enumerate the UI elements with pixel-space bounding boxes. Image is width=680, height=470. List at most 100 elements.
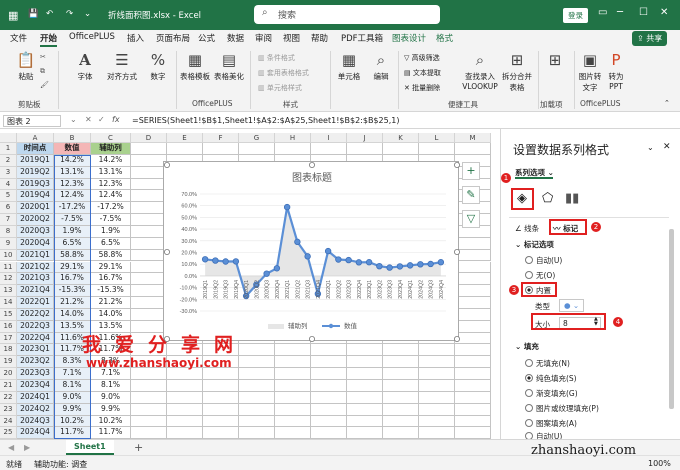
cell[interactable] xyxy=(383,427,419,439)
cell[interactable] xyxy=(347,427,383,439)
cells-button[interactable]: ▦ 单元格 xyxy=(334,51,364,82)
cell[interactable] xyxy=(275,356,311,369)
cell[interactable]: 2019Q2 xyxy=(17,166,54,179)
cell[interactable]: 2021Q4 xyxy=(17,285,54,298)
tab-insert[interactable]: 插入 xyxy=(127,32,144,44)
cell[interactable] xyxy=(275,143,311,155)
row-header[interactable]: 12 xyxy=(0,273,17,286)
name-box-dropdown-icon[interactable]: ⌄ xyxy=(70,115,77,124)
cell[interactable] xyxy=(311,356,347,369)
cell[interactable]: 6.5% xyxy=(91,237,131,250)
next-sheet-icon[interactable]: ▶ xyxy=(24,443,30,452)
text-extract-button[interactable]: ▤ 文本提取 xyxy=(404,68,441,78)
addins-button[interactable]: ⊞ xyxy=(540,51,570,71)
cell[interactable]: 2023Q2 xyxy=(17,356,54,369)
cell[interactable]: 2023Q4 xyxy=(17,380,54,392)
cell[interactable] xyxy=(455,427,491,439)
fx-icon[interactable]: fx xyxy=(112,115,120,124)
radio-auto[interactable]: 自动(U) xyxy=(525,255,562,266)
column-header[interactable]: A xyxy=(17,133,54,143)
marker-options-section[interactable]: ⌄ 标记选项 xyxy=(515,239,554,250)
split-merge-button[interactable]: ⊞ 拆分合并 表格 xyxy=(498,51,536,93)
image-to-text-button[interactable]: ▣ 图片转 文字 xyxy=(576,51,604,93)
tab-format[interactable]: 格式 xyxy=(436,32,453,44)
number-button[interactable]: % 数字 xyxy=(144,51,172,82)
cell[interactable] xyxy=(419,391,455,404)
cell[interactable] xyxy=(311,143,347,155)
edit-button[interactable]: ⌕ 编辑 xyxy=(368,51,394,82)
cell[interactable]: 2022Q3 xyxy=(17,320,54,333)
cell[interactable] xyxy=(419,344,455,357)
fill-gradient[interactable]: 渐变填充(G) xyxy=(525,388,578,399)
chart-object[interactable]: 图表标题 70.0% 60.0% 50.0% 40.0% 30.0% 20.0% 10.0% 0… xyxy=(163,161,460,342)
row-header[interactable]: 14 xyxy=(0,297,17,309)
cell[interactable] xyxy=(131,249,167,262)
cell[interactable]: 58.8% xyxy=(91,249,131,262)
cell[interactable] xyxy=(455,332,491,345)
cell[interactable]: 2022Q4 xyxy=(17,332,54,345)
cell[interactable] xyxy=(239,380,275,392)
format-painter-icon[interactable]: 🖌 xyxy=(40,81,49,89)
cell[interactable] xyxy=(239,415,275,428)
cell[interactable] xyxy=(239,356,275,369)
cell[interactable] xyxy=(455,308,491,321)
column-header[interactable]: G xyxy=(239,133,275,143)
tab-data[interactable]: 数据 xyxy=(227,32,244,44)
cell[interactable]: 2020Q1 xyxy=(17,202,54,215)
cell[interactable] xyxy=(275,403,311,416)
cell[interactable] xyxy=(131,154,167,167)
cell[interactable] xyxy=(419,415,455,428)
font-button[interactable]: A 字体 xyxy=(70,51,100,82)
row-header[interactable]: 23 xyxy=(0,403,17,416)
row-header[interactable]: 15 xyxy=(0,308,17,321)
undo-icon[interactable]: ↶ xyxy=(46,9,53,19)
fill-picture[interactable]: 图片或纹理填充(P) xyxy=(525,403,599,414)
cell[interactable] xyxy=(311,415,347,428)
cell[interactable]: 2024Q2 xyxy=(17,403,54,416)
cell[interactable] xyxy=(275,427,311,439)
cell[interactable] xyxy=(167,427,203,439)
column-header[interactable]: M xyxy=(455,133,491,143)
formula-text[interactable]: =SERIES(Sheet1!$B$1,Sheet1!$A$2:$A$25,Sh… xyxy=(132,116,399,125)
cell[interactable]: 14.0% xyxy=(91,308,131,321)
customize-qat-icon[interactable]: ⌄ xyxy=(84,9,91,19)
cell[interactable] xyxy=(131,297,167,309)
pane-scrollbar[interactable] xyxy=(669,229,674,409)
cell[interactable] xyxy=(275,380,311,392)
cell[interactable] xyxy=(167,391,203,404)
minimize-icon[interactable]: ─ xyxy=(617,7,623,18)
column-header[interactable]: L xyxy=(419,133,455,143)
redo-icon[interactable]: ↷ xyxy=(66,9,73,19)
cell[interactable] xyxy=(419,403,455,416)
fill-pattern[interactable]: 图案填充(A) xyxy=(525,418,577,429)
fill-section[interactable]: ⌄ 填充 xyxy=(515,341,539,352)
accessibility-status[interactable]: 辅助功能: 调查 xyxy=(34,459,87,470)
cell[interactable]: 2021Q3 xyxy=(17,273,54,286)
zoom-level[interactable]: 100% xyxy=(648,459,671,468)
cell[interactable] xyxy=(347,380,383,392)
ribbon-display-icon[interactable]: ▭ xyxy=(598,7,607,18)
cell[interactable]: 14.2% xyxy=(91,154,131,167)
row-header[interactable]: 21 xyxy=(0,380,17,392)
cell[interactable] xyxy=(383,368,419,380)
row-header[interactable]: 25 xyxy=(0,427,17,439)
tab-review[interactable]: 审阅 xyxy=(255,32,272,44)
batch-delete-button[interactable]: ✕ 批量删除 xyxy=(404,83,440,93)
table-template-button[interactable]: ▦ 表格模板 xyxy=(178,51,212,82)
cell[interactable] xyxy=(347,368,383,380)
chart-filters-button[interactable]: ▽ xyxy=(462,210,480,228)
row-header[interactable]: 2 xyxy=(0,154,17,167)
cell[interactable] xyxy=(131,308,167,321)
column-header[interactable]: I xyxy=(311,133,347,143)
cell[interactable] xyxy=(167,415,203,428)
cell[interactable]: 12.3% xyxy=(91,178,131,191)
cell[interactable]: 时间点 xyxy=(17,143,54,155)
tab-page-layout[interactable]: 页面布局 xyxy=(156,32,190,44)
cell[interactable]: 2024Q3 xyxy=(17,415,54,428)
cell[interactable] xyxy=(167,403,203,416)
cell[interactable] xyxy=(131,427,167,439)
row-header[interactable]: 1 xyxy=(0,143,17,155)
row-header[interactable]: 24 xyxy=(0,415,17,428)
cell[interactable] xyxy=(203,403,239,416)
cell[interactable] xyxy=(347,403,383,416)
